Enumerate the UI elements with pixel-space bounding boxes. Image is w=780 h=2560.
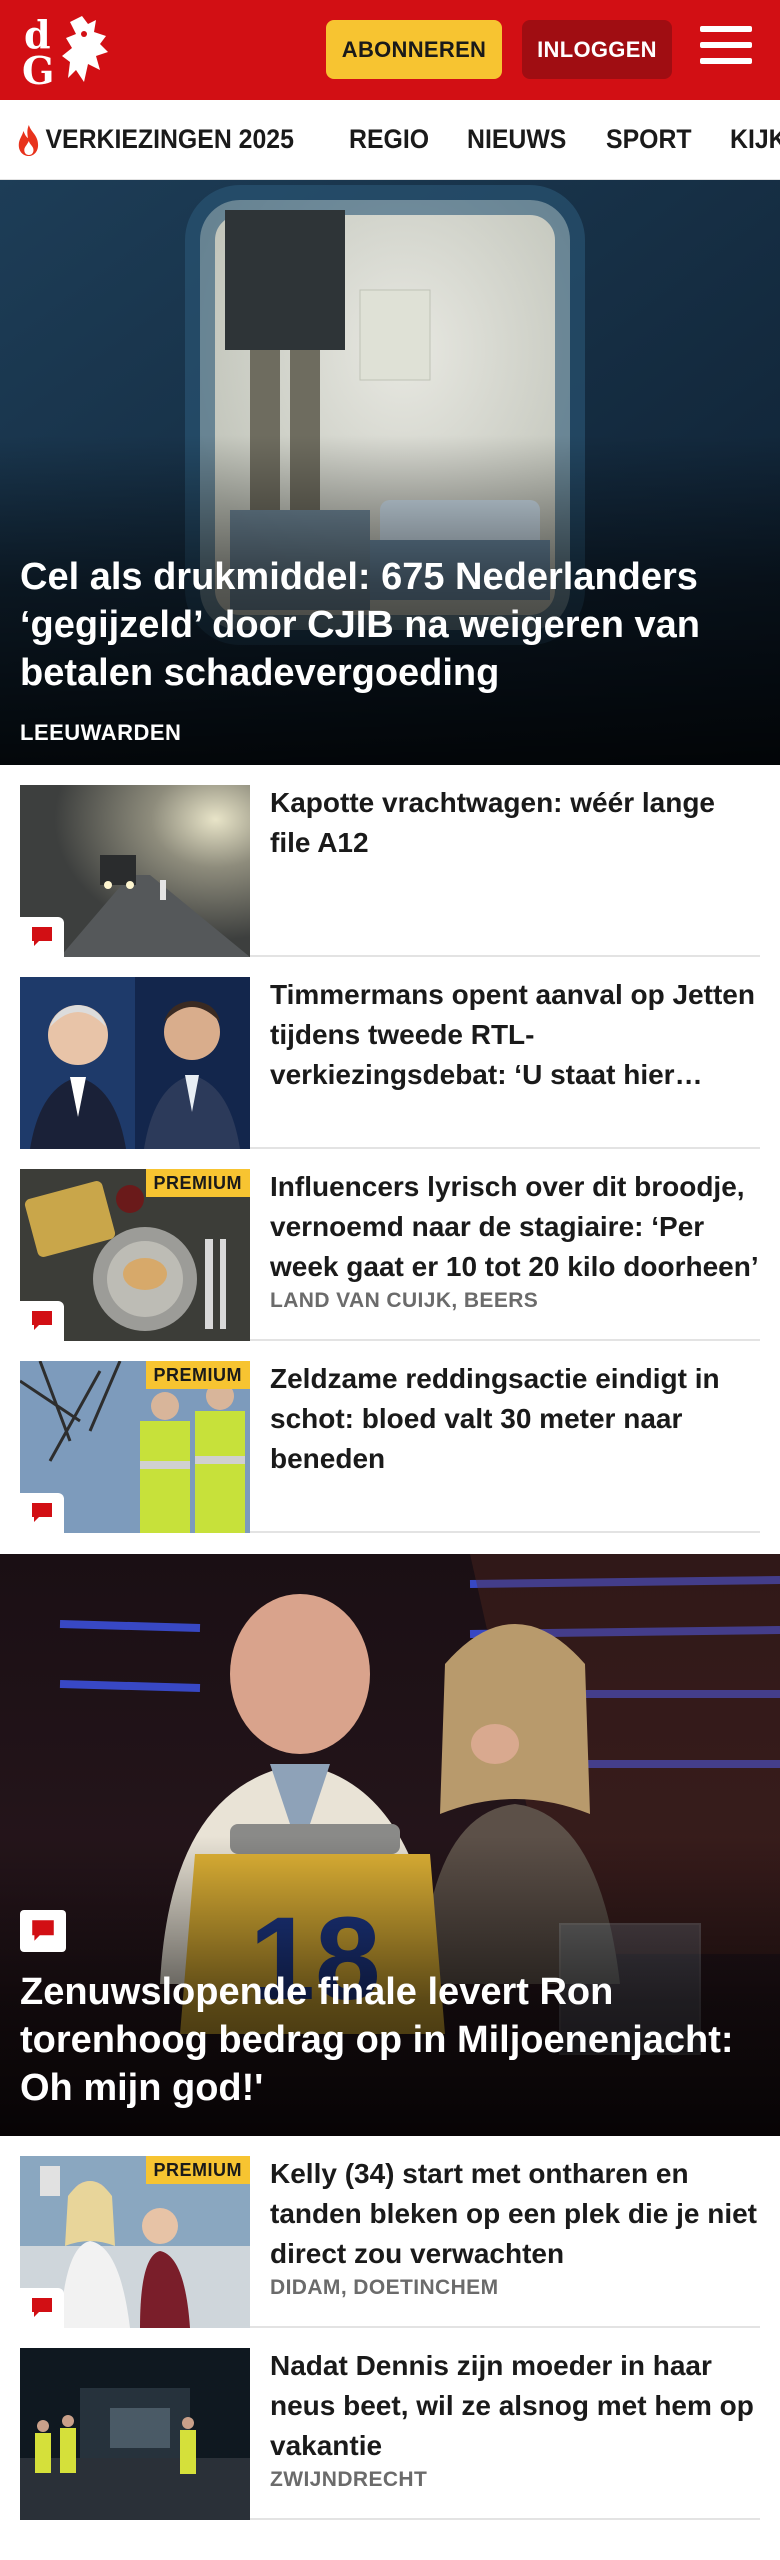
article-thumbnail bbox=[20, 785, 250, 957]
feature-title[interactable]: Zenuwslopende finale levert Ron torenhoo… bbox=[20, 1968, 760, 2112]
article-text: Zeldzame reddingsactie eindigt in schot:… bbox=[270, 1359, 760, 1479]
article-thumbnail bbox=[20, 2348, 250, 2520]
hero-location: LEEUWARDEN bbox=[20, 720, 182, 745]
comment-icon[interactable] bbox=[20, 917, 64, 957]
article-thumbnail: PREMIUM bbox=[20, 2156, 250, 2328]
list-item[interactable]: PREMIUM Influencers lyrisch over dit bro… bbox=[20, 1149, 760, 1341]
list-item[interactable]: PREMIUM Zeldzame reddingsactie eindigt i… bbox=[20, 1341, 760, 1533]
article-title[interactable]: Influencers lyrisch over dit broodje, ve… bbox=[270, 1167, 760, 1287]
premium-badge: PREMIUM bbox=[145, 1169, 250, 1197]
premium-badge: PREMIUM bbox=[145, 2156, 250, 2184]
list-item[interactable]: PREMIUM Kelly (34) start met ontharen en… bbox=[20, 2136, 760, 2328]
nav-label: SPORT bbox=[606, 124, 692, 154]
login-button[interactable]: INLOGGEN bbox=[522, 20, 672, 79]
nav-item-regio[interactable]: REGIO bbox=[349, 124, 429, 155]
article-thumbnail: PREMIUM bbox=[20, 1169, 250, 1341]
hero-article[interactable]: Cel als drukmiddel: 675 Nederlanders ‘ge… bbox=[0, 180, 780, 765]
article-text: Nadat Dennis zijn moeder in haar neus be… bbox=[270, 2346, 760, 2492]
comment-icon[interactable] bbox=[20, 1910, 66, 1952]
hamburger-icon[interactable] bbox=[700, 26, 752, 72]
subscribe-button[interactable]: ABONNEREN bbox=[326, 20, 502, 79]
comment-icon[interactable] bbox=[20, 1301, 64, 1341]
nav-item-sport[interactable]: SPORT bbox=[606, 124, 692, 155]
list-item[interactable]: Timmermans opent aanval op Jetten tijden… bbox=[20, 957, 760, 1149]
nav-label: REGIO bbox=[349, 124, 430, 154]
premium-badge: PREMIUM bbox=[145, 1361, 250, 1389]
article-text: Kelly (34) start met ontharen en tanden … bbox=[270, 2154, 760, 2300]
hero-title[interactable]: Cel als drukmiddel: 675 Nederlanders ‘ge… bbox=[20, 553, 760, 697]
list-item[interactable]: Kapotte vrachtwagen: wéér lange file A12 bbox=[20, 765, 760, 957]
nav-item-nieuws[interactable]: NIEUWS bbox=[467, 124, 566, 155]
flame-icon bbox=[18, 124, 39, 156]
article-text: Timmermans opent aanval op Jetten tijden… bbox=[270, 975, 760, 1095]
article-text: Kapotte vrachtwagen: wéér lange file A12 bbox=[270, 783, 760, 863]
site-logo[interactable]: d G bbox=[22, 12, 118, 93]
article-title[interactable]: Timmermans opent aanval op Jetten tijden… bbox=[270, 975, 760, 1095]
article-thumbnail bbox=[20, 977, 250, 1149]
article-location: ZWIJNDRECHT bbox=[270, 2468, 428, 2491]
article-title[interactable]: Nadat Dennis zijn moeder in haar neus be… bbox=[270, 2346, 760, 2466]
comment-icon[interactable] bbox=[20, 1493, 64, 1533]
article-title[interactable]: Zeldzame reddingsactie eindigt in schot:… bbox=[270, 1359, 760, 1479]
article-title[interactable]: Kapotte vrachtwagen: wéér lange file A12 bbox=[270, 783, 760, 863]
article-text: Influencers lyrisch over dit broodje, ve… bbox=[270, 1167, 760, 1313]
list-item[interactable]: Nadat Dennis zijn moeder in haar neus be… bbox=[20, 2328, 760, 2520]
svg-text:G: G bbox=[22, 48, 54, 88]
article-location: LAND VAN CUIJK, BEERS bbox=[270, 1289, 539, 1312]
nav-item-verkiezingen[interactable]: VERKIEZINGEN 2025 bbox=[16, 123, 294, 157]
nav-item-kijk[interactable]: KIJK bbox=[730, 124, 780, 155]
main-nav: VERKIEZINGEN 2025 REGIO NIEUWS SPORT KIJ… bbox=[0, 100, 780, 180]
article-thumbnail: PREMIUM bbox=[20, 1361, 250, 1533]
article-title[interactable]: Kelly (34) start met ontharen en tanden … bbox=[270, 2154, 760, 2274]
site-header: d G ABONNEREN INLOGGEN bbox=[0, 0, 780, 100]
nav-label: NIEUWS bbox=[467, 124, 567, 154]
comment-icon[interactable] bbox=[20, 2288, 64, 2328]
nav-label: VERKIEZINGEN 2025 bbox=[45, 124, 294, 154]
feature-article[interactable]: 18 Zenuwslopende finale levert Ron toren… bbox=[0, 1554, 780, 2136]
article-location: DIDAM, DOETINCHEM bbox=[270, 2276, 499, 2299]
nav-label: KIJK bbox=[730, 124, 780, 154]
